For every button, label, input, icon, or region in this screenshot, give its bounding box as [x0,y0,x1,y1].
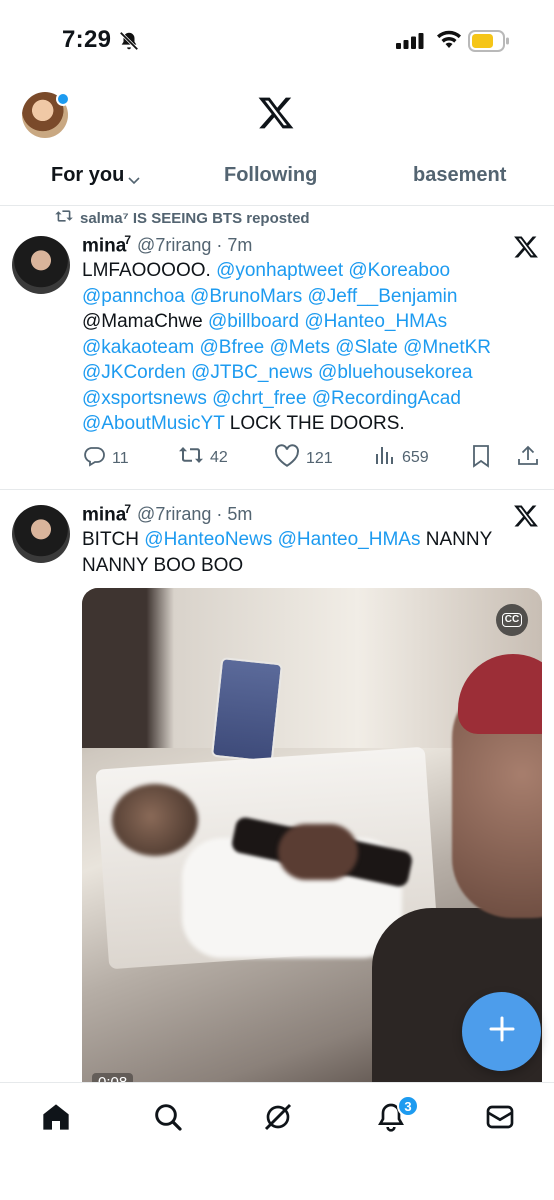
cellular-signal-icon [396,33,424,54]
share-button[interactable] [516,444,540,473]
tweet-text-segment: BITCH [82,529,145,550]
tweet-text-line: NANNY BOO BOO [82,553,532,579]
top-header [0,80,554,150]
tweet-text-line: @kakaoteam @Bfree @Mets @Slate @MnetKR [82,335,532,361]
home-icon[interactable] [40,1101,72,1138]
mention-link[interactable]: @kakaoteam @Bfree @Mets @Slate @MnetKR [82,337,491,358]
tweet-text-line: @MamaChwe @billboard @Hanteo_HMAs [82,309,532,335]
tweet-text: BITCH @HanteoNews @Hanteo_HMAs NANNY NANN… [82,527,532,578]
like-count: 121 [306,449,333,467]
repost-indicator[interactable]: salma⁷ IS SEEING BTS reposted [54,208,310,228]
tab-following[interactable]: Following [224,164,317,187]
plus-icon [487,1014,517,1049]
status-bar: 7:29 [0,0,554,80]
reply-icon [82,444,106,473]
tweet-text-segment: NANNY BOO BOO [82,554,244,576]
mention-link[interactable]: @xsportsnews @chrt_free @RecordingAcad [82,388,461,409]
battery-icon [468,30,510,57]
repost-count: 42 [210,448,228,466]
tweet-text: LMFAOOOOO. @yonhaptweet @Koreaboo @pannch… [82,258,532,437]
author-handle-time[interactable]: @7rirang · 7m [137,235,252,256]
feed-tabs: For you Following basement [0,150,554,206]
tweet-header: mina7 @7rirang · 5m [82,502,252,526]
chevron-down-icon[interactable] [128,172,140,190]
bottom-nav: 3 [0,1082,554,1200]
closed-captions-button[interactable]: CC [496,604,528,636]
bookmark-button[interactable] [470,444,492,473]
author-handle-time[interactable]: @7rirang · 5m [137,504,252,525]
notification-badge: 3 [397,1095,419,1117]
author-name[interactable]: mina7 [82,233,131,257]
mention-link[interactable]: @pannchoa @BrunoMars @Jeff__Benjamin [82,286,457,307]
grok-icon[interactable] [262,1101,294,1138]
tweet-author-avatar[interactable] [12,505,70,563]
heart-icon [274,444,300,473]
views-button[interactable]: 659 [374,444,429,471]
compose-button[interactable] [462,992,541,1071]
tab-basement[interactable]: basement [413,164,506,187]
repost-button[interactable]: 42 [178,444,228,471]
repost-icon [54,208,74,228]
tweet-text-segment: LOCK THE DOORS. [224,413,405,434]
mail-icon[interactable] [484,1101,516,1138]
tweet-text-line: @xsportsnews @chrt_free @RecordingAcad [82,386,532,412]
tweet-text-line: LMFAOOOOO. @yonhaptweet @Koreaboo [82,258,532,284]
tweet-text-line: @AboutMusicYT LOCK THE DOORS. [82,411,532,437]
tweet-text-line: BITCH @HanteoNews @Hanteo_HMAs NANNY [82,527,532,553]
cc-icon: CC [501,613,523,627]
status-time: 7:29 [62,26,112,53]
share-icon [516,444,540,473]
tweet-text-segment: LMFAOOOOO. [82,260,217,281]
author-name[interactable]: mina7 [82,502,131,526]
mention-link[interactable]: @billboard @Hanteo_HMAs [208,311,447,332]
mention-link[interactable]: @JKCorden @JTBC_news @bluehousekorea [82,362,473,383]
search-icon[interactable] [152,1101,184,1138]
tweet-text-segment: NANNY [420,529,493,550]
mention-link[interactable]: @HanteoNews @Hanteo_HMAs [144,529,420,550]
tweet-actions: 11 42 121 659 [82,444,542,474]
tweet-author-avatar[interactable] [12,236,70,294]
video-frame-phone [210,657,284,763]
tab-for-you[interactable]: For you [51,164,124,187]
views-icon [374,444,396,471]
like-button[interactable]: 121 [274,444,333,473]
bookmark-icon [470,444,492,473]
mention-link[interactable]: @yonhaptweet @Koreaboo [216,260,450,281]
video-frame-figure-head [112,784,198,856]
bell-slash-icon [118,30,140,57]
repost-label: salma⁷ IS SEEING BTS reposted [80,209,310,227]
mention-link[interactable]: @AboutMusicYT [82,413,225,434]
video-frame-hand [278,824,358,880]
tweet-text-line: @JKCorden @JTBC_news @bluehousekorea [82,360,532,386]
reply-button[interactable]: 11 [82,444,129,473]
tweet-text-line: @pannchoa @BrunoMars @Jeff__Benjamin [82,284,532,310]
reply-count: 11 [112,449,129,467]
x-logo-icon[interactable] [257,94,295,137]
wifi-icon [436,30,462,55]
repost-icon [178,444,204,471]
tweet-divider [0,489,554,490]
tweet-text-segment: @MamaChwe [82,311,208,332]
tweet-header: mina7 @7rirang · 7m [82,233,252,257]
profile-status-dot [56,92,70,106]
view-count: 659 [402,448,429,466]
